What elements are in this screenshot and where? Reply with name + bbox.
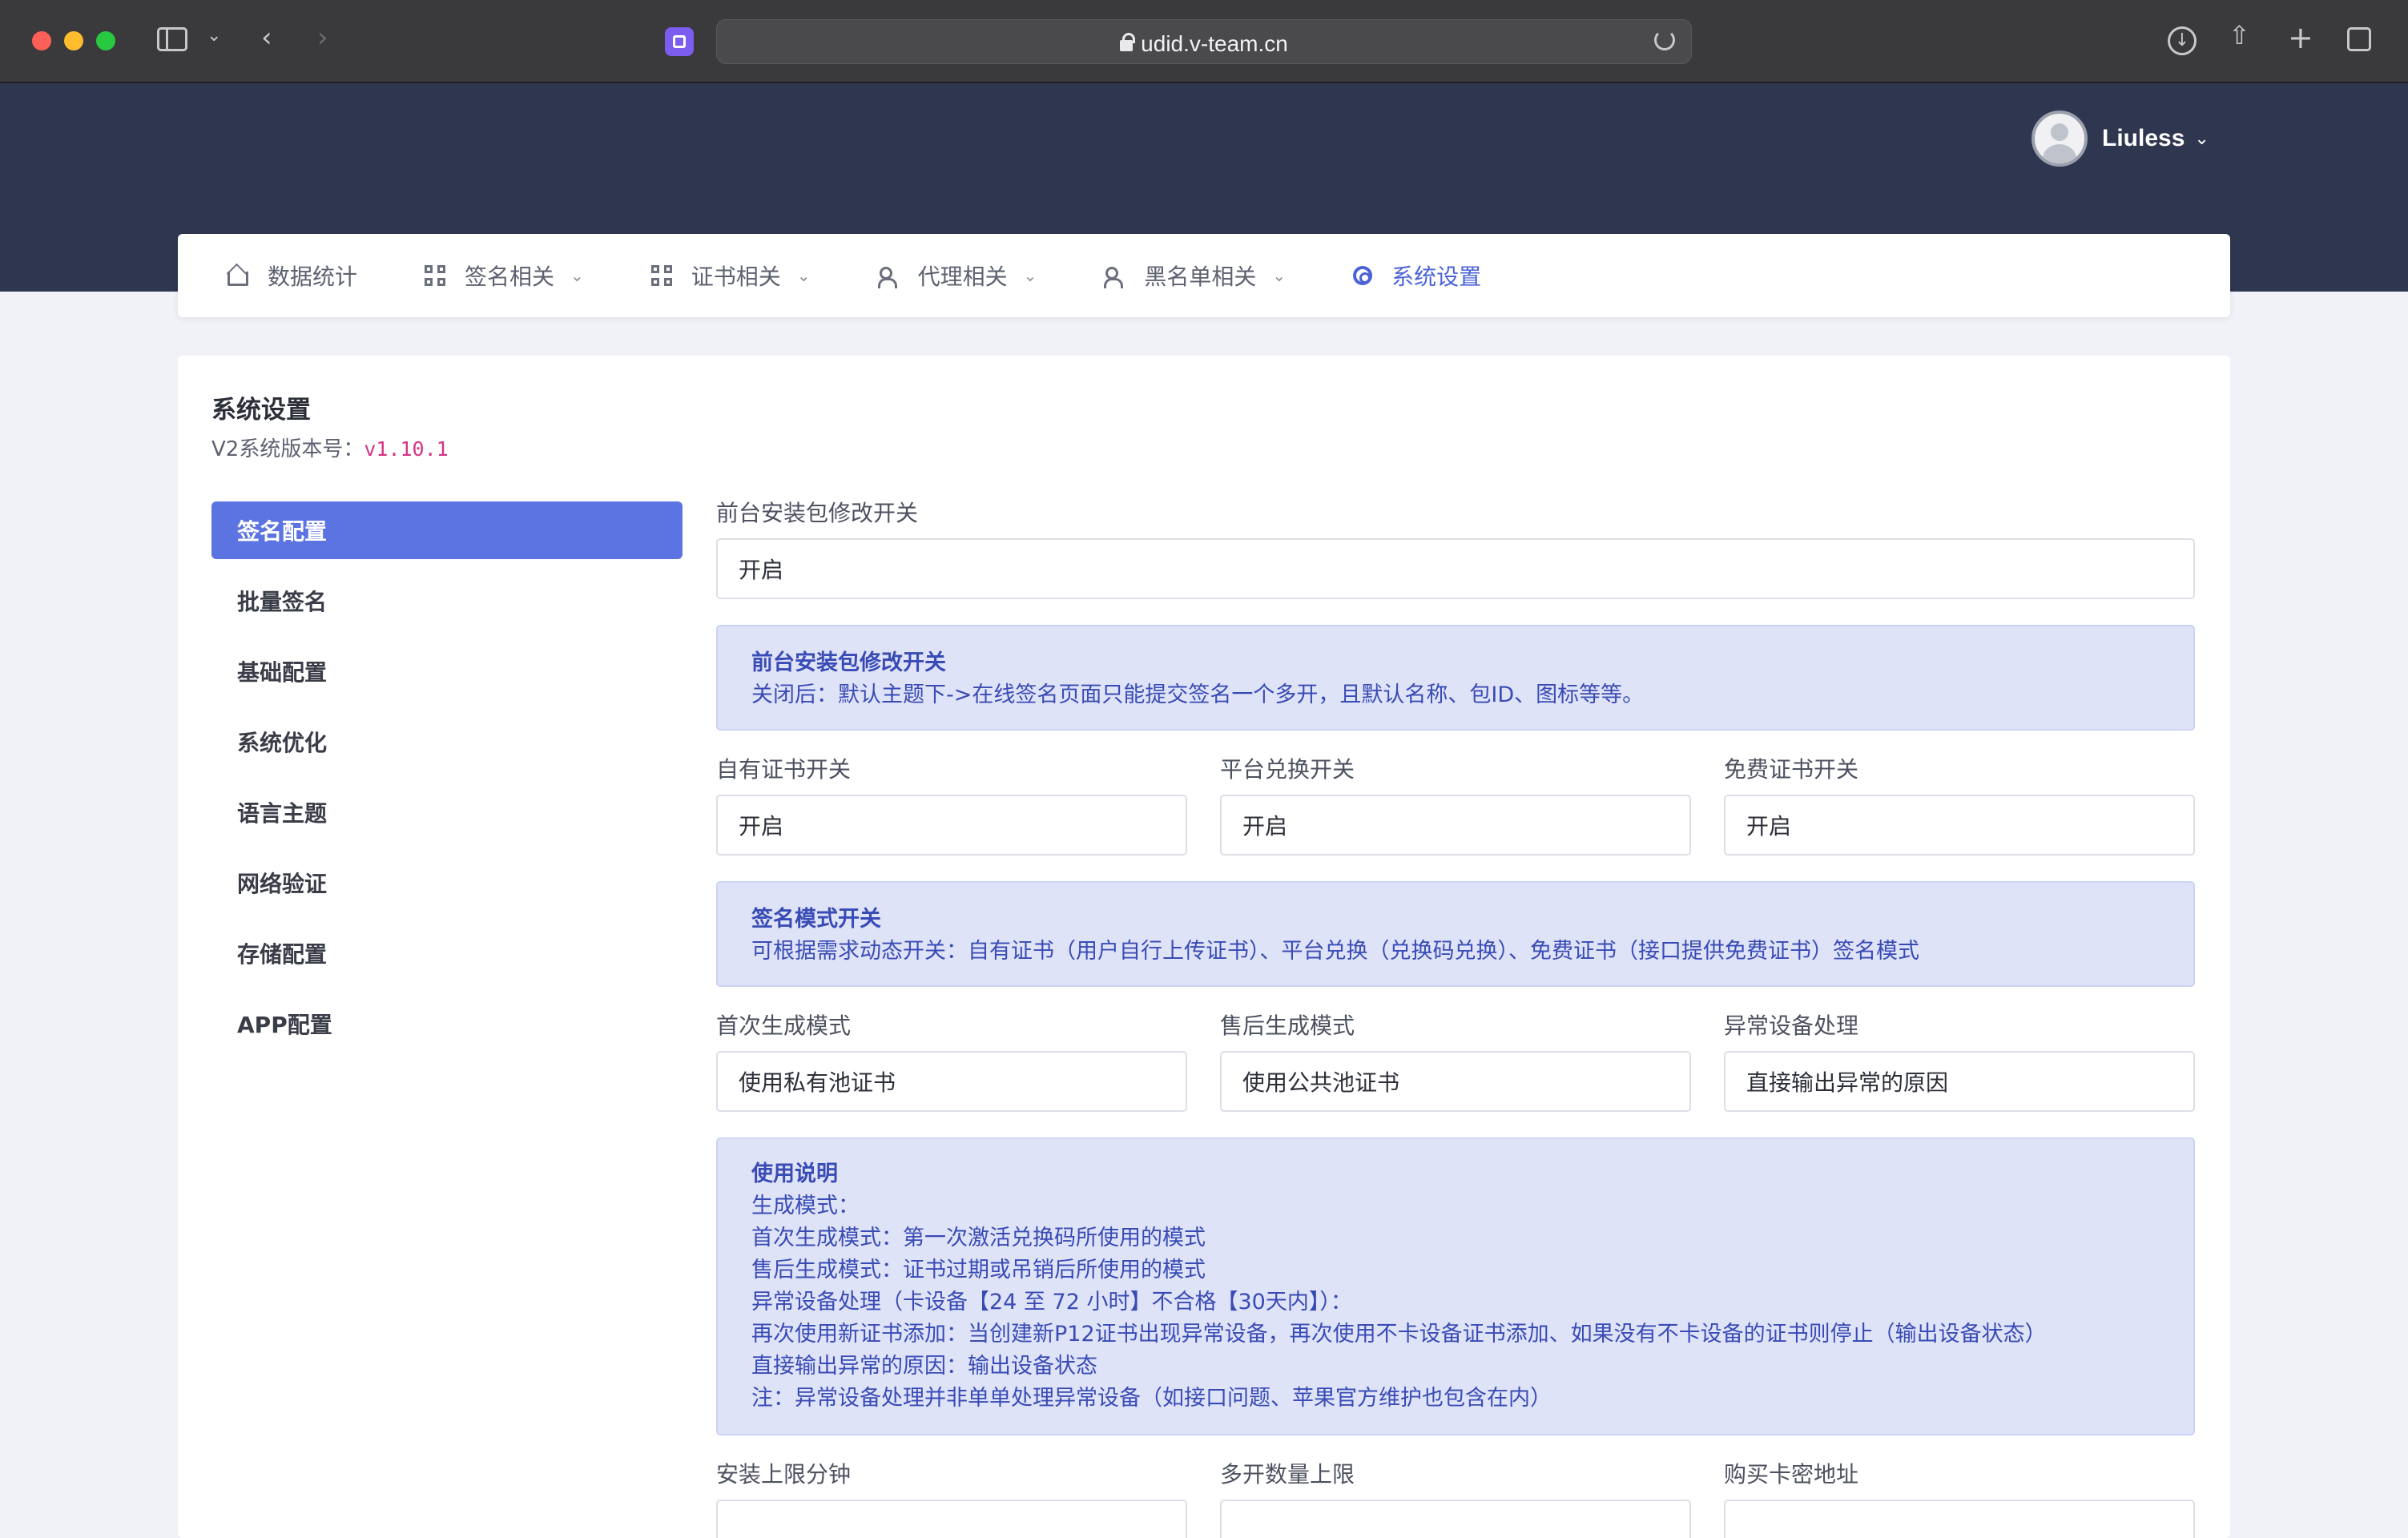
new-tab-icon[interactable]: + bbox=[2288, 22, 2313, 53]
sidebar-item-basic-config[interactable]: 基础配置 bbox=[211, 642, 683, 700]
download-icon[interactable]: ↓ bbox=[2168, 26, 2197, 55]
page-title: 系统设置 bbox=[211, 396, 311, 425]
alert-title: 使用说明 bbox=[751, 1162, 838, 1186]
minimize-window-button[interactable] bbox=[64, 31, 83, 50]
own-cert-label: 自有证书开关 bbox=[716, 756, 852, 783]
grid-icon bbox=[425, 265, 446, 286]
usage-instructions-alert: 使用说明 生成模式： 首次生成模式：第一次激活兑换码所使用的模式 售后生成模式：… bbox=[716, 1137, 2195, 1435]
instruction-line: 直接输出异常的原因：输出设备状态 bbox=[751, 1354, 1097, 1379]
chevron-down-icon: ⌄ bbox=[1023, 266, 1037, 285]
zoom-window-button[interactable] bbox=[96, 31, 115, 50]
nav-item-label: 系统设置 bbox=[1391, 264, 1482, 290]
nav-item-agents[interactable]: 代理相关 ⌄ bbox=[877, 234, 1037, 317]
browser-toolbar: ⌄ ‹ › udid.v-team.cn ↓ ⇧ + bbox=[0, 0, 2408, 83]
install-switch-label: 前台安装包修改开关 bbox=[716, 500, 919, 526]
username: Liuless bbox=[2102, 125, 2185, 151]
address-bar[interactable]: udid.v-team.cn bbox=[716, 19, 1692, 64]
extension-icon[interactable] bbox=[665, 27, 694, 56]
settings-sidebar: 签名配置 批量签名 基础配置 系统优化 语言主题 网络验证 存储配置 APP配置 bbox=[211, 501, 683, 1065]
platform-exchange-select[interactable]: 开启 bbox=[1220, 795, 1691, 856]
nav-item-label: 签名相关 bbox=[465, 264, 555, 290]
back-icon[interactable]: ‹ bbox=[261, 24, 272, 51]
url-text: udid.v-team.cn bbox=[1141, 31, 1288, 56]
sidebar-item-optimization[interactable]: 系统优化 bbox=[211, 713, 683, 771]
install-limit-input[interactable] bbox=[716, 1500, 1187, 1538]
forward-icon[interactable]: › bbox=[317, 24, 328, 51]
nav-item-label: 证书相关 bbox=[691, 264, 781, 290]
nav-item-label: 黑名单相关 bbox=[1144, 264, 1257, 290]
home-icon bbox=[228, 272, 248, 286]
gear-icon bbox=[1353, 266, 1373, 285]
alert-title: 签名模式开关 bbox=[751, 907, 881, 932]
platform-exchange-label: 平台兑换开关 bbox=[1220, 756, 1355, 783]
avatar bbox=[2031, 111, 2088, 167]
users-icon bbox=[1104, 265, 1125, 288]
settings-form: 前台安装包修改开关 开启 前台安装包修改开关 关闭后：默认主题下->在线签名页面… bbox=[716, 500, 2195, 1538]
grid-icon bbox=[650, 265, 672, 286]
abnormal-device-label: 异常设备处理 bbox=[1724, 1013, 1859, 1039]
nav-item-statistics[interactable]: 数据统计 bbox=[228, 234, 357, 317]
chevron-down-icon: ⌄ bbox=[796, 266, 811, 285]
install-limit-label: 安装上限分钟 bbox=[716, 1461, 852, 1488]
chevron-down-icon: ⌄ bbox=[1272, 266, 1287, 285]
nav-item-blacklist[interactable]: 黑名单相关 ⌄ bbox=[1104, 234, 1286, 317]
chevron-down-icon: ⌄ bbox=[2194, 128, 2209, 149]
buy-card-label: 购买卡密地址 bbox=[1724, 1461, 1859, 1488]
multi-limit-label: 多开数量上限 bbox=[1220, 1461, 1355, 1488]
free-cert-label: 免费证书开关 bbox=[1724, 756, 1859, 783]
multi-limit-input[interactable] bbox=[1220, 1500, 1691, 1538]
users-icon bbox=[877, 265, 899, 288]
chevron-down-icon: ⌄ bbox=[570, 266, 584, 285]
sidebar-item-app-config[interactable]: APP配置 bbox=[211, 995, 683, 1053]
first-mode-select[interactable]: 使用私有池证书 bbox=[716, 1051, 1187, 1112]
sidebar-item-network-verify[interactable]: 网络验证 bbox=[211, 854, 683, 912]
share-icon[interactable]: ⇧ bbox=[2229, 22, 2250, 48]
after-mode-label: 售后生成模式 bbox=[1220, 1013, 1355, 1039]
chevron-down-icon[interactable]: ⌄ bbox=[207, 27, 221, 45]
settings-card: 系统设置 V2系统版本号：v1.10.1 签名配置 批量签名 基础配置 系统优化… bbox=[178, 356, 2230, 1538]
instruction-line: 售后生成模式：证书过期或吊销后所使用的模式 bbox=[751, 1258, 1206, 1282]
instruction-line: 注：异常设备处理并非单单处理异常设备（如接口问题、苹果官方维护也包含在内） bbox=[751, 1386, 1552, 1411]
alert-text: 关闭后：默认主题下->在线签名页面只能提交签名一个多开，且默认名称、包ID、图标… bbox=[751, 682, 1645, 707]
main-nav: 数据统计 签名相关 ⌄ 证书相关 ⌄ 代理相关 ⌄ 黑名单相关 ⌄ 系统设置 bbox=[178, 234, 2230, 317]
sign-mode-alert: 签名模式开关 可根据需求动态开关：自有证书（用户自行上传证书）、平台兑换（兑换码… bbox=[716, 881, 2195, 987]
abnormal-device-select[interactable]: 直接输出异常的原因 bbox=[1724, 1051, 2195, 1112]
nav-item-certificates[interactable]: 证书相关 ⌄ bbox=[650, 234, 811, 317]
lock-icon bbox=[1120, 33, 1136, 51]
sidebar-item-storage-config[interactable]: 存储配置 bbox=[211, 924, 683, 982]
tab-overview-icon[interactable] bbox=[2347, 27, 2371, 51]
sidebar-item-batch-sign[interactable]: 批量签名 bbox=[211, 572, 683, 630]
version-label: V2系统版本号： bbox=[211, 437, 364, 461]
instruction-line: 异常设备处理（卡设备【24 至 72 小时】不合格【30天内】）： bbox=[751, 1290, 1352, 1315]
version-number: v1.10.1 bbox=[364, 437, 449, 461]
user-menu[interactable]: Liuless ⌄ bbox=[2031, 111, 2209, 167]
sidebar-toggle-icon[interactable] bbox=[157, 27, 187, 51]
close-window-button[interactable] bbox=[32, 31, 51, 50]
instruction-line: 首次生成模式：第一次激活兑换码所使用的模式 bbox=[751, 1226, 1206, 1250]
own-cert-select[interactable]: 开启 bbox=[716, 795, 1187, 856]
nav-item-label: 数据统计 bbox=[268, 264, 358, 290]
instruction-line: 再次使用新证书添加：当创建新P12证书出现异常设备，再次使用不卡设备证书添加、如… bbox=[751, 1322, 2047, 1347]
instruction-line: 生成模式： bbox=[751, 1194, 860, 1218]
reload-icon[interactable] bbox=[1654, 30, 1675, 50]
version-info: V2系统版本号：v1.10.1 bbox=[211, 433, 449, 462]
alert-title: 前台安装包修改开关 bbox=[751, 650, 946, 675]
after-mode-select[interactable]: 使用公共池证书 bbox=[1220, 1051, 1691, 1112]
buy-card-input[interactable] bbox=[1724, 1500, 2195, 1538]
install-switch-alert: 前台安装包修改开关 关闭后：默认主题下->在线签名页面只能提交签名一个多开，且默… bbox=[716, 625, 2195, 731]
nav-item-label: 代理相关 bbox=[917, 264, 1008, 290]
sidebar-item-language-theme[interactable]: 语言主题 bbox=[211, 783, 683, 841]
nav-item-settings[interactable]: 系统设置 bbox=[1353, 234, 1481, 317]
alert-text: 可根据需求动态开关：自有证书（用户自行上传证书）、平台兑换（兑换码兑换）、免费证… bbox=[751, 939, 1919, 964]
nav-item-signing[interactable]: 签名相关 ⌄ bbox=[425, 234, 584, 317]
free-cert-select[interactable]: 开启 bbox=[1724, 795, 2195, 856]
install-switch-select[interactable]: 开启 bbox=[716, 538, 2195, 599]
first-mode-label: 首次生成模式 bbox=[716, 1013, 852, 1039]
sidebar-item-sign-config[interactable]: 签名配置 bbox=[211, 501, 683, 559]
